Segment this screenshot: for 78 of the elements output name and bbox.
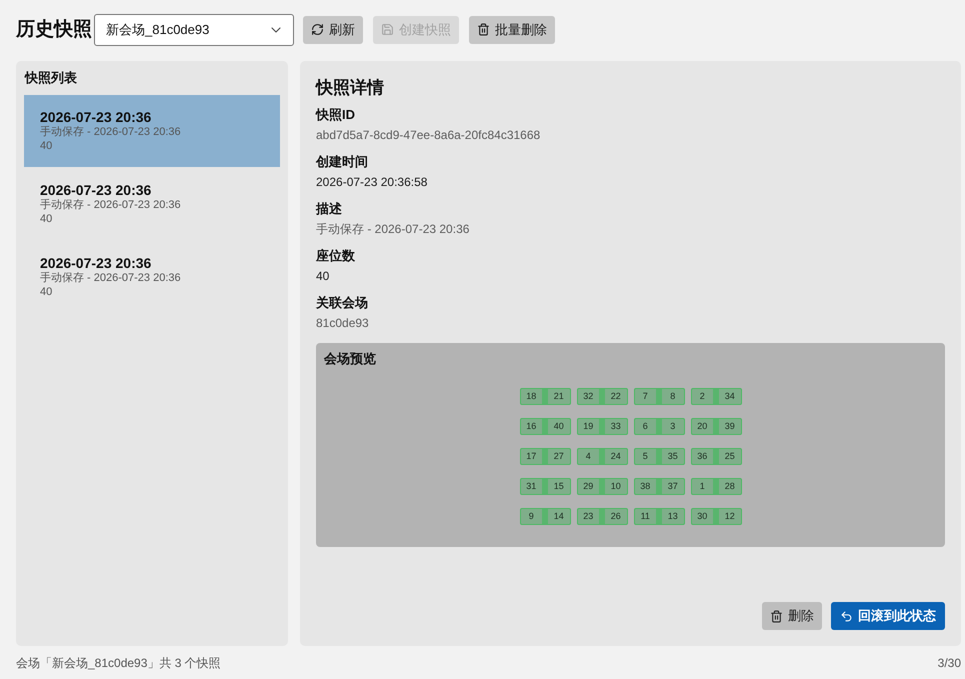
seat: 31 [520,479,542,494]
seat: 6 [634,419,656,434]
field-label: 快照ID [316,106,356,124]
snapshot-description: 手动保存 - 2026-07-23 20:36 [40,125,182,139]
seat: 22 [605,389,626,404]
seat: 5 [634,449,656,464]
save-icon [381,23,394,36]
seat: 32 [578,389,599,404]
field-label: 描述 [316,200,343,218]
snapshot-item[interactable]: 2026-07-23 20:36 手动保存 - 2026-07-23 20:36 40 [24,95,280,167]
refresh-icon [311,23,324,36]
seat: 13 [662,509,684,524]
seat: 25 [719,449,740,464]
details-title: 快照详情 [316,77,385,99]
snapshot-seat-count: 40 [40,212,54,226]
toolbar-button[interactable]: 批量删除 [469,16,555,44]
seat: 29 [578,479,599,494]
seat: 34 [719,389,740,404]
field-value: 手动保存 - 2026-07-23 20:36 [316,221,470,238]
seat: 11 [634,509,656,524]
seat: 33 [605,419,626,434]
seat: 10 [605,479,626,494]
seat: 39 [719,419,740,434]
seat: 21 [548,389,570,404]
seat: 26 [605,509,626,524]
page-title: 历史快照 [16,20,92,39]
panel-title: 快照列表 [24,69,78,87]
snapshot-description: 手动保存 - 2026-07-23 20:36 [40,271,182,285]
delete-button[interactable]: 删除 [762,602,822,630]
snapshot-count: 3/30 [938,654,961,672]
rollback-button[interactable]: 回滚到此状态 [831,602,945,630]
seat: 8 [662,389,684,404]
snapshot-seat-count: 40 [40,139,54,153]
seat: 15 [548,479,570,494]
seat: 19 [578,419,599,434]
seat: 20 [692,419,713,434]
undo-icon [840,610,853,622]
field-label: 座位数 [316,247,356,265]
snapshot-time: 2026-07-23 20:36 [40,255,152,271]
seat: 2 [692,389,713,404]
toolbar-button[interactable]: 刷新 [303,16,363,44]
snapshot-item[interactable]: 2026-07-23 20:36 手动保存 - 2026-07-23 20:36 40 [24,168,280,240]
seat: 23 [578,509,599,524]
seat: 3 [662,419,684,434]
seat: 1 [692,479,713,494]
seat: 7 [634,389,656,404]
seat: 38 [634,479,656,494]
snapshot-time: 2026-07-23 20:36 [40,182,152,198]
seat: 37 [662,479,684,494]
seat: 36 [692,449,713,464]
field-value: 2026-07-23 20:36:58 [316,174,428,191]
field-label: 关联会场 [316,294,369,312]
seat: 16 [520,419,542,434]
seat: 9 [520,509,542,524]
seat: 12 [719,509,740,524]
trash-icon [477,23,490,36]
field-value: abd7d5a7-8cd9-47ee-8a6a-20fc84c31668 [316,127,542,144]
seat: 14 [548,509,570,524]
snapshot-description: 手动保存 - 2026-07-23 20:36 [40,198,182,212]
seat: 18 [520,389,542,404]
seat: 35 [662,449,684,464]
field-value: 81c0de93 [316,315,370,332]
seat: 30 [692,509,713,524]
status-summary: 会场「新会场_81c0de93」共 3 个快照 [16,654,221,672]
snapshot-item[interactable]: 2026-07-23 20:36 手动保存 - 2026-07-23 20:36 40 [24,241,280,313]
trash-icon [770,610,783,622]
preview-title: 会场预览 [324,351,377,367]
seat: 24 [605,449,626,464]
venue-dropdown[interactable]: 新会场_81c0de93 [94,14,294,46]
seat: 28 [719,479,740,494]
seat: 40 [548,419,570,434]
field-value: 40 [316,268,330,285]
field-label: 创建时间 [316,153,369,171]
seat: 27 [548,449,570,464]
snapshot-seat-count: 40 [40,285,54,299]
seat: 17 [520,449,542,464]
seat: 4 [578,449,599,464]
snapshot-time: 2026-07-23 20:36 [40,109,152,125]
